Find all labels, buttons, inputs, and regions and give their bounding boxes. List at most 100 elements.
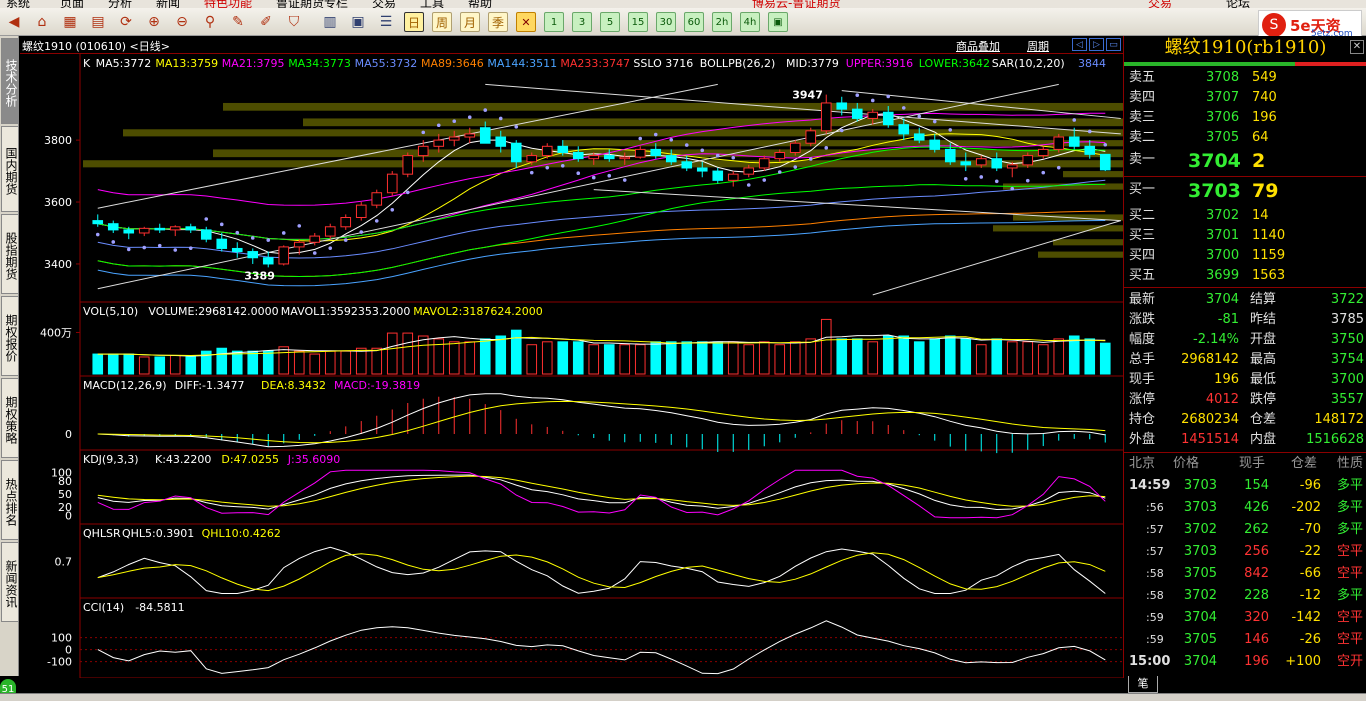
volume-bar: [1084, 338, 1096, 375]
menu-analysis[interactable]: 分析: [108, 0, 132, 8]
close-icon[interactable]: ✕: [1350, 40, 1364, 54]
nav-prev-icon[interactable]: ◁: [1072, 38, 1087, 51]
menu-tools[interactable]: 工具: [420, 0, 444, 8]
zoom-in-icon[interactable]: ⊕: [144, 12, 164, 32]
period-week[interactable]: 周: [432, 12, 452, 32]
home-icon[interactable]: ⌂: [32, 12, 52, 32]
period-1min[interactable]: 1: [544, 12, 564, 32]
brush-icon[interactable]: ✐: [256, 12, 276, 32]
menu-page[interactable]: 页面: [60, 0, 84, 8]
cycle-button[interactable]: 周期: [1027, 38, 1049, 54]
candle-body: [107, 223, 119, 231]
menu-help[interactable]: 帮助: [468, 0, 492, 8]
candle-body: [169, 226, 181, 231]
period-2h[interactable]: 2h: [712, 12, 732, 32]
filter-icon[interactable]: ⛉: [284, 12, 304, 32]
candle-body: [262, 257, 274, 265]
multi-period-icon[interactable]: ✕: [516, 12, 536, 32]
tick-row: :58 3702 228 -12 多平: [1124, 586, 1366, 606]
trade-button[interactable]: 交易: [1148, 0, 1172, 8]
menu-trade[interactable]: 交易: [372, 0, 396, 8]
menu-features[interactable]: 特色功能: [204, 0, 252, 8]
volume-bar: [417, 335, 429, 375]
legend-entry: MID:3779: [786, 57, 839, 70]
back-icon[interactable]: ◀: [4, 12, 24, 32]
candle-body: [851, 108, 863, 119]
volume-bar: [154, 356, 166, 375]
sar-dot: [1103, 142, 1108, 147]
table-icon[interactable]: ▥: [320, 12, 340, 32]
candle-body: [479, 127, 491, 144]
stat-label: 开盘: [1250, 332, 1277, 347]
volume-bar: [867, 341, 879, 375]
stat-value: -81: [1217, 312, 1239, 327]
candle-body: [1099, 153, 1111, 171]
volume-bar: [944, 335, 956, 375]
tab-domestic-futures[interactable]: 国内期货: [1, 126, 18, 212]
stat-value: 148172: [1314, 412, 1364, 427]
candle-body: [743, 167, 755, 175]
stat-row: 最新 3704 结算 3722: [1124, 290, 1366, 310]
period-60min[interactable]: 60: [684, 12, 704, 32]
tick-row: :57 3703 256 -22 空平: [1124, 542, 1366, 562]
overlay-button[interactable]: 商品叠加: [956, 38, 1000, 54]
period-quarter[interactable]: 季: [488, 12, 508, 32]
menu-luzheng[interactable]: 鲁证期货专栏: [276, 0, 348, 8]
sar-dot: [824, 146, 829, 150]
sar-dot: [948, 128, 953, 132]
grid-icon[interactable]: ▦: [60, 12, 80, 32]
menu-news[interactable]: 新闻: [156, 0, 180, 8]
buy-row: 买五 3699 1563: [1124, 266, 1366, 286]
period-month[interactable]: 月: [460, 12, 480, 32]
volume-bar: [619, 344, 631, 375]
period-day[interactable]: 日: [404, 12, 424, 32]
period-15min[interactable]: 15: [628, 12, 648, 32]
period-4h[interactable]: 4h: [740, 12, 760, 32]
sar-dot: [250, 236, 255, 240]
tab-news[interactable]: 新闻资讯: [1, 542, 18, 622]
candle-body: [464, 133, 476, 138]
quote-icon[interactable]: ▤: [88, 12, 108, 32]
period-3min[interactable]: 3: [572, 12, 592, 32]
tab-hot-ranking[interactable]: 热点排名: [1, 460, 18, 540]
list-icon[interactable]: ☰: [376, 12, 396, 32]
sar-dot: [498, 116, 503, 121]
tab-ticks[interactable]: 笔: [1128, 676, 1158, 693]
f10-icon[interactable]: ▣: [348, 12, 368, 32]
sar-dot: [95, 232, 100, 237]
sar-dot: [235, 230, 240, 235]
indicator-name: QHLSR: [83, 527, 121, 540]
menu-system[interactable]: 系统: [6, 0, 30, 8]
sar-dot: [808, 157, 813, 161]
tick-volume: 426: [1244, 500, 1269, 515]
sar-dot: [762, 178, 767, 182]
search-icon[interactable]: ⚲: [200, 12, 220, 32]
candle-body: [774, 151, 786, 160]
candle-body: [727, 173, 739, 181]
legend-entry: MA34:3773: [288, 57, 351, 70]
nav-max-icon[interactable]: ▭: [1106, 38, 1121, 51]
tab-index-futures[interactable]: 股指期货: [1, 214, 18, 294]
tab-option-strategy[interactable]: 期权策略: [1, 378, 18, 458]
period-5min[interactable]: 5: [600, 12, 620, 32]
zoom-out-icon[interactable]: ⊖: [172, 12, 192, 32]
volume-bar: [402, 332, 414, 375]
forum-button[interactable]: 论坛: [1226, 0, 1250, 8]
pencil-icon[interactable]: ✎: [228, 12, 248, 32]
stat-row: 外盘 1451514 内盘 1516628: [1124, 430, 1366, 450]
sar-dot: [576, 171, 581, 176]
trend-line: [97, 83, 1059, 290]
period-custom-icon[interactable]: ▣: [768, 12, 788, 32]
tab-technical-analysis[interactable]: 技术分析: [1, 38, 18, 124]
sell-volume: 549: [1252, 70, 1277, 85]
chart-canvas[interactable]: K MA5:3772 MA13:3759 MA21:3795 MA34:3773 MA55…: [20, 54, 1123, 694]
nav-next-icon[interactable]: ▷: [1089, 38, 1104, 51]
sar-dot: [777, 170, 782, 174]
candle-body: [417, 145, 429, 157]
candle-body: [991, 158, 1003, 169]
stat-label: 持仓: [1129, 412, 1156, 427]
tab-option-quotes[interactable]: 期权报价: [1, 296, 18, 376]
period-30min[interactable]: 30: [656, 12, 676, 32]
tick-price: 3702: [1183, 588, 1217, 603]
refresh-icon[interactable]: ⟳: [116, 12, 136, 32]
